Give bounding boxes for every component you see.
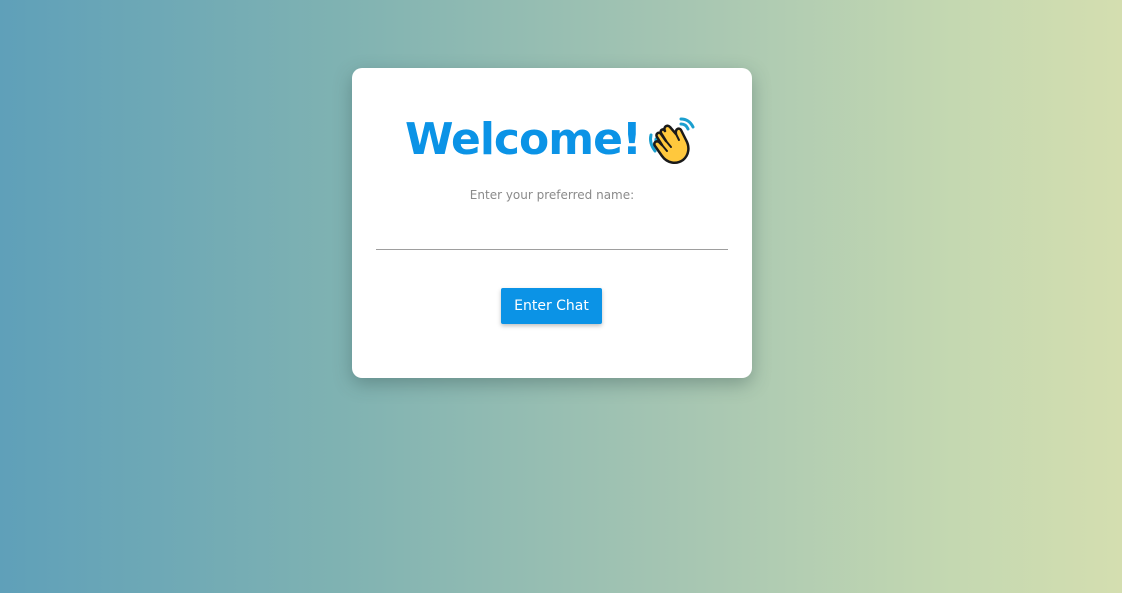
enter-chat-button[interactable]: Enter Chat bbox=[501, 288, 602, 324]
name-prompt-label: Enter your preferred name: bbox=[469, 188, 635, 202]
title-row: Welcome! bbox=[352, 112, 752, 168]
waving-hand-icon bbox=[645, 113, 699, 167]
welcome-title: Welcome! bbox=[405, 114, 642, 165]
name-input[interactable] bbox=[376, 220, 728, 250]
welcome-card: Welcome! Enter your preferred name: Ente… bbox=[352, 68, 752, 378]
